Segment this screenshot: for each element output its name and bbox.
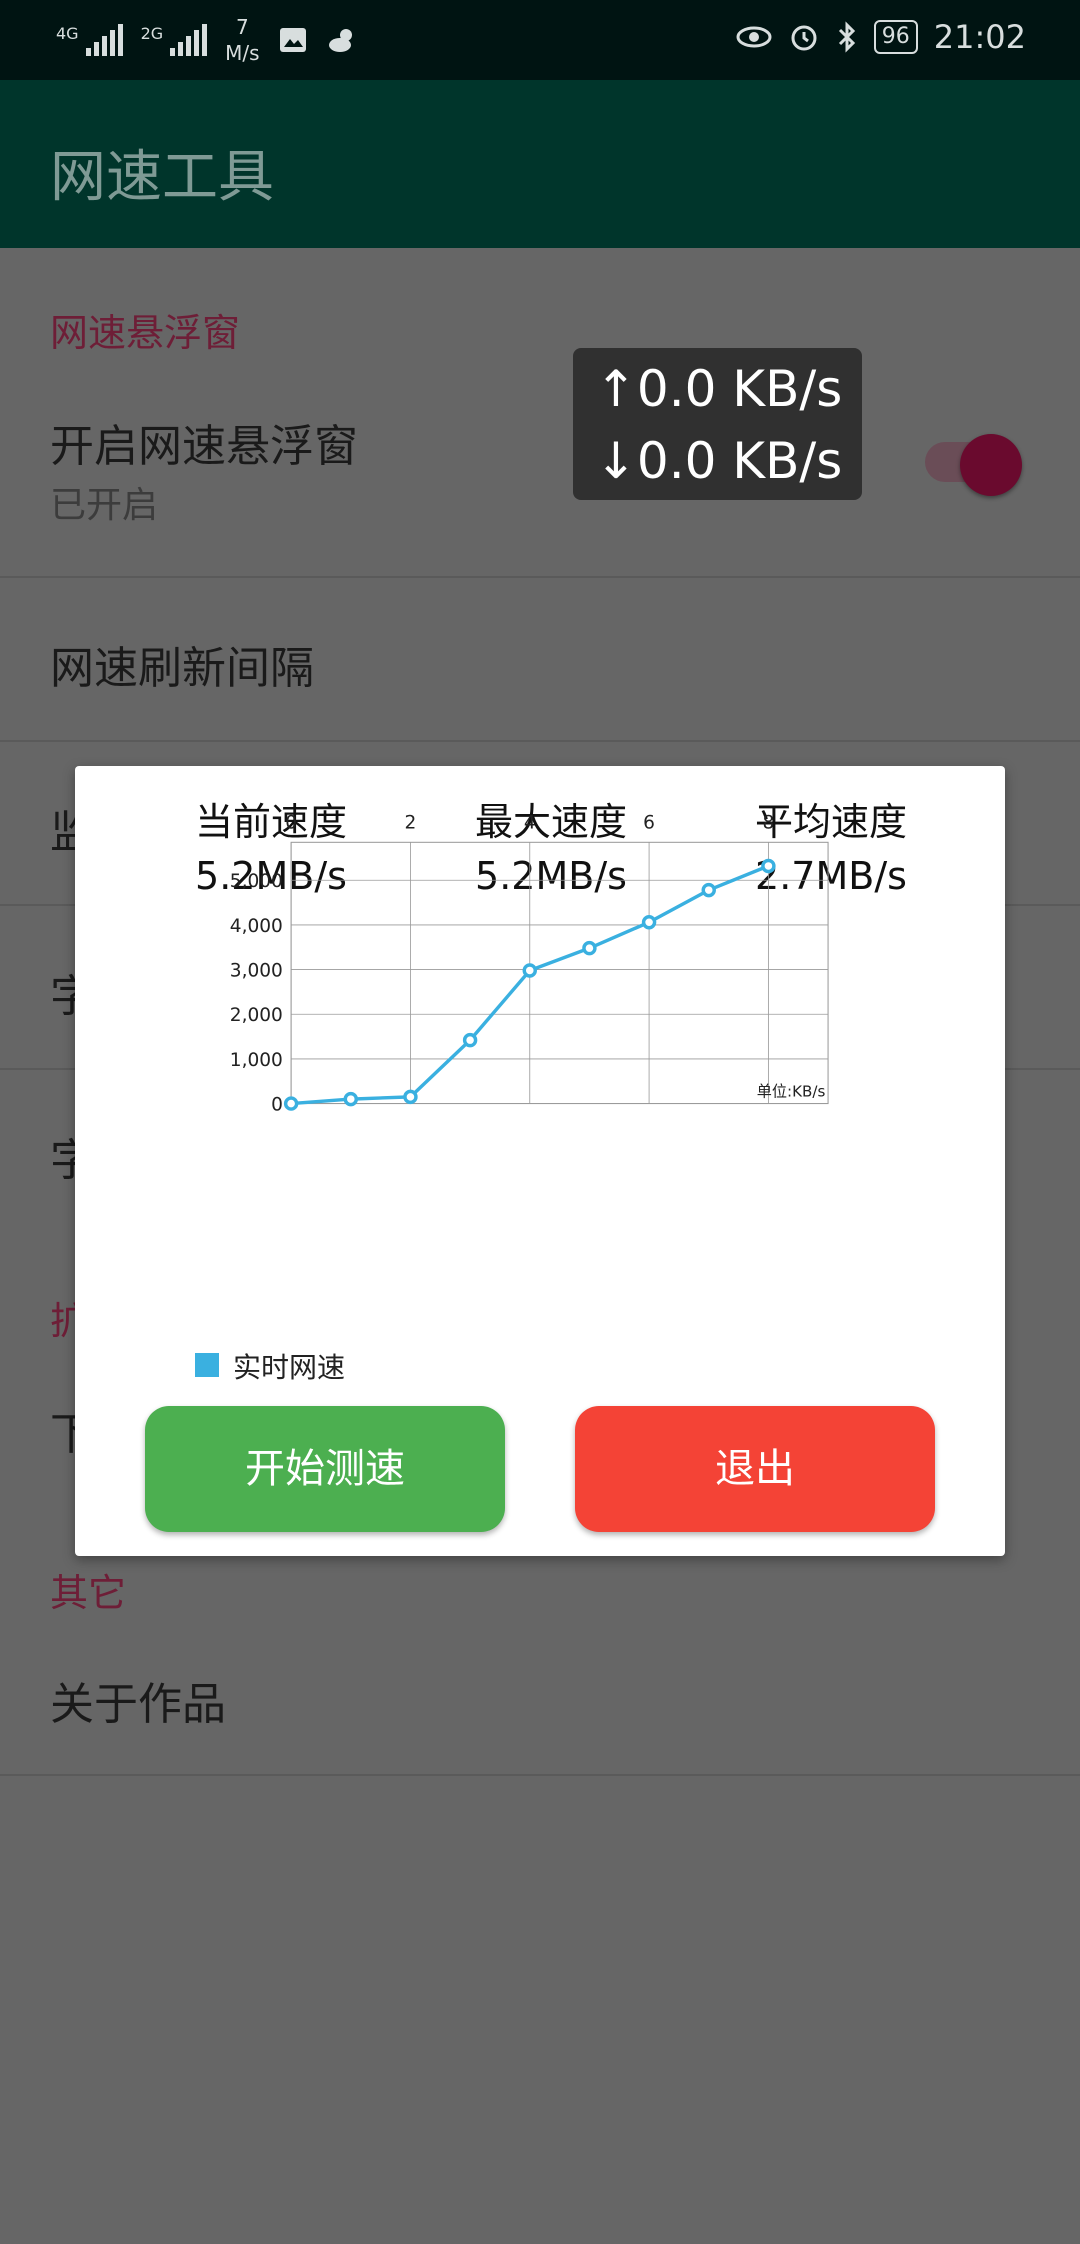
- y-tick-label: 4,000: [230, 916, 283, 937]
- x-tick-label: 2: [405, 813, 417, 834]
- y-tick-label: 2,000: [230, 1005, 283, 1026]
- data-point: [283, 1096, 299, 1111]
- category-float-window: 网速悬浮窗: [50, 311, 241, 355]
- eye-comfort-icon: [736, 26, 772, 48]
- data-point: [582, 940, 597, 956]
- start-test-button[interactable]: 开始测速: [145, 1406, 505, 1532]
- about-item[interactable]: 关于作品: [50, 1668, 226, 1732]
- legend-label: 实时网速: [233, 1351, 346, 1384]
- exit-button[interactable]: 退出: [575, 1406, 935, 1532]
- app-title: 网速工具: [50, 145, 274, 210]
- battery-icon: 96: [873, 20, 918, 54]
- data-point: [403, 1089, 418, 1105]
- status-bar: 4G 2G 7 M/s 96 21:02: [0, 0, 1080, 80]
- alarm-icon: [791, 25, 817, 51]
- upload-speed: ↑0.0 KB/s: [595, 360, 843, 418]
- network-speed-value: 7: [236, 15, 249, 39]
- floating-speed-window[interactable]: ↑0.0 KB/s ↓0.0 KB/s: [573, 348, 862, 500]
- y-tick-label: 1,000: [230, 1050, 283, 1071]
- bluetooth-icon: [838, 21, 855, 53]
- divider: [0, 740, 1080, 742]
- refresh-interval-item[interactable]: 网速刷新间隔: [50, 632, 314, 696]
- data-point: [761, 858, 776, 874]
- y-tick-label: 0: [271, 1094, 283, 1115]
- data-point: [343, 1091, 359, 1107]
- download-speed: ↓0.0 KB/s: [595, 432, 843, 490]
- unit-label: 单位:KB/s: [757, 1083, 826, 1101]
- sim1-signal-icon: 4G: [56, 24, 123, 56]
- float-toggle-switch[interactable]: [960, 434, 1022, 496]
- weather-icon: [328, 29, 352, 52]
- app-bar: 网速工具: [0, 80, 1080, 248]
- status-left: 4G 2G 7 M/s: [56, 14, 360, 66]
- sim2-signal-icon: 2G: [141, 24, 208, 56]
- divider: [0, 576, 1080, 578]
- speed-test-dialog: 当前速度 5.2MB/s 最大速度 5.2MB/s 平均速度 2.7MB/s 0…: [75, 766, 1005, 1556]
- category-other: 其它: [50, 1571, 127, 1615]
- x-tick-label: 0: [285, 813, 297, 834]
- status-right: 96 21:02: [736, 18, 1026, 56]
- data-point: [522, 963, 537, 978]
- data-point: [462, 1032, 478, 1048]
- network-speed-unit: M/s: [225, 41, 260, 65]
- x-tick-label: 8: [762, 813, 774, 834]
- float-toggle-title[interactable]: 开启网速悬浮窗: [50, 410, 358, 474]
- network-speed-indicator: 7 M/s: [225, 14, 259, 66]
- clock: 21:02: [933, 18, 1026, 56]
- legend-swatch: [195, 1353, 219, 1377]
- x-tick-label: 6: [643, 813, 655, 834]
- sim1-label: 4G: [56, 24, 79, 43]
- float-toggle-subtitle: 已开启: [50, 485, 159, 526]
- y-tick-label: 3,000: [230, 960, 283, 981]
- gallery-notification-icon: [279, 28, 306, 52]
- sim2-label: 2G: [140, 24, 164, 43]
- speed-line-chart: 0 1,000 2,000 3,000 4,000 5,000 0 2 4 6 8 单位:KB/s: [230, 813, 829, 1115]
- data-point: [641, 915, 657, 930]
- x-tick-label: 4: [524, 813, 536, 834]
- plot-frame: [290, 841, 829, 1105]
- y-tick-label: 5,000: [230, 871, 283, 892]
- divider: [0, 1774, 1080, 1776]
- data-point: [701, 882, 716, 898]
